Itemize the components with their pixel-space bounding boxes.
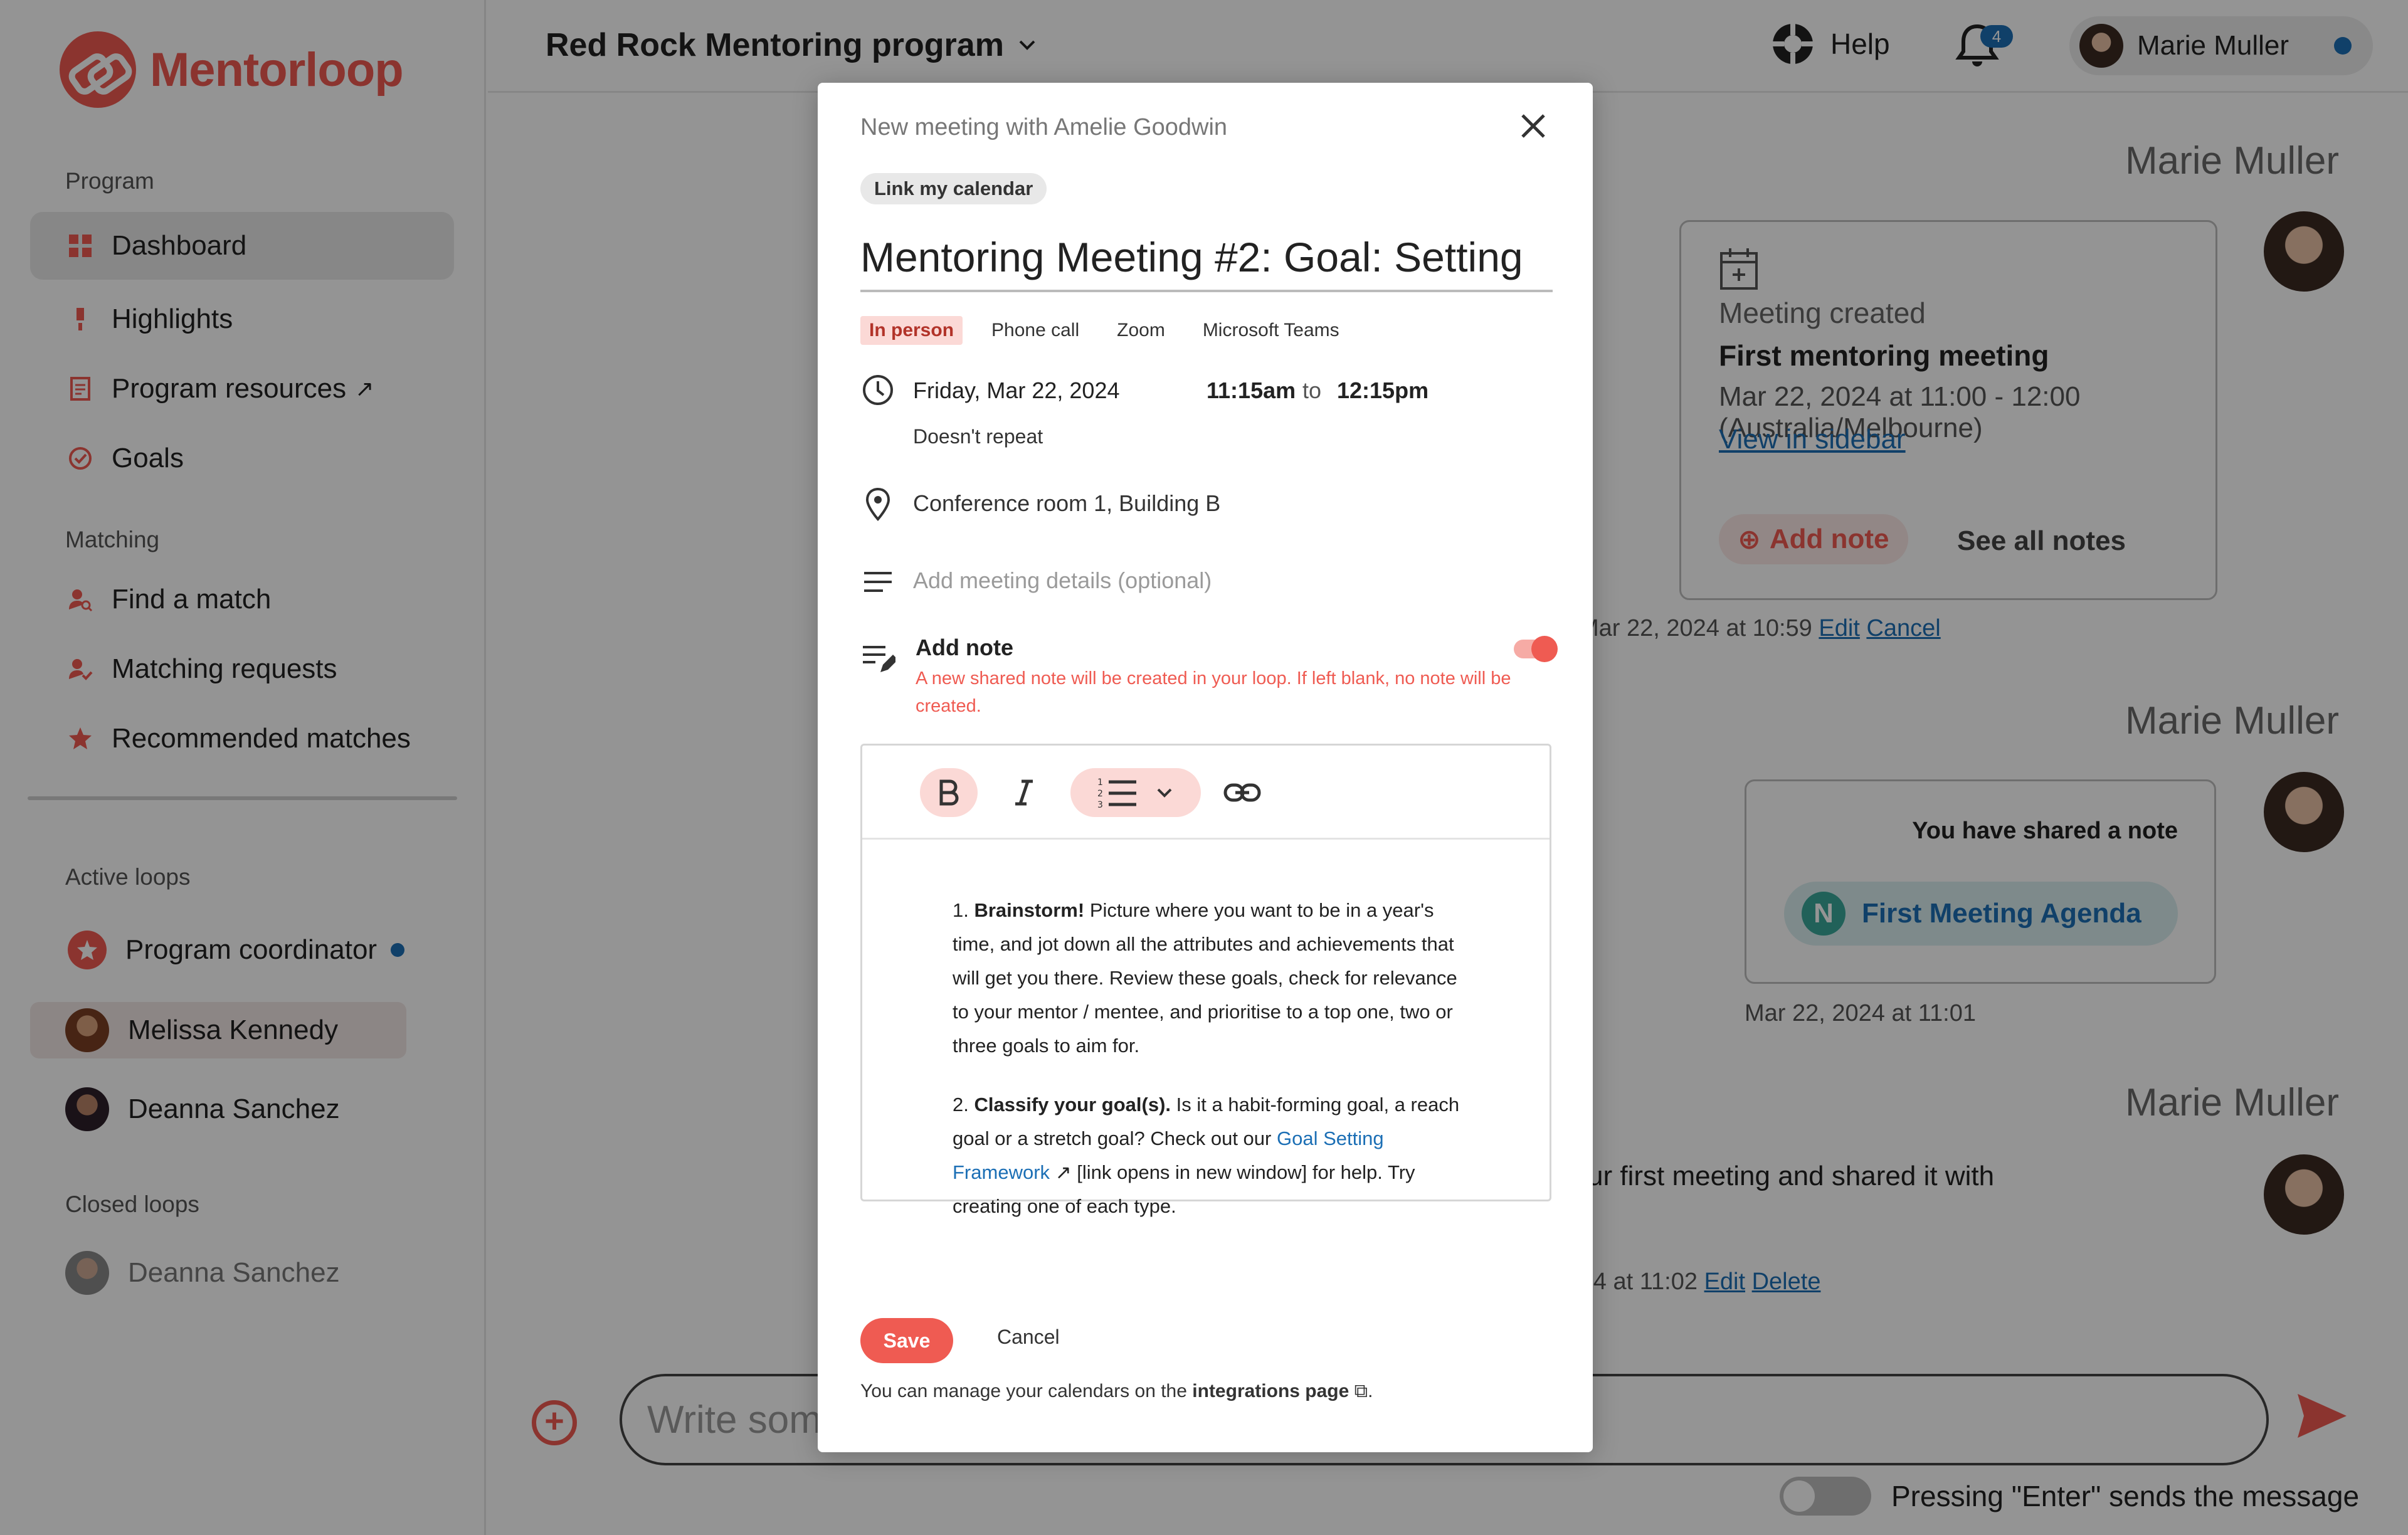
details-lines-icon [864, 572, 892, 592]
meeting-mode-tabs: In person Phone call Zoom Microsoft Team… [860, 316, 1348, 345]
note-editor[interactable]: 123 1. Brainstorm! Picture where you wan… [860, 744, 1551, 1217]
footer-text: You can manage your calendars on the [860, 1381, 1187, 1401]
chevron-down-icon [1157, 788, 1172, 798]
mode-zoom[interactable]: Zoom [1108, 316, 1174, 345]
dialog-subtitle: New meeting with Amelie Goodwin [860, 114, 1228, 140]
end-time[interactable]: 12:15pm [1337, 377, 1428, 404]
link-icon [1223, 783, 1261, 802]
close-icon[interactable] [1518, 110, 1549, 142]
external-link-icon: ⧉ [1354, 1381, 1368, 1401]
mode-phone-call[interactable]: Phone call [983, 316, 1088, 345]
add-note-toggle[interactable] [1514, 636, 1558, 662]
mode-microsoft-teams[interactable]: Microsoft Teams [1194, 316, 1348, 345]
calendar-footer-note: You can manage your calendars on the int… [860, 1381, 1373, 1402]
svg-text:1: 1 [1097, 778, 1103, 788]
editor-toolbar: 123 [862, 746, 1550, 840]
mode-in-person[interactable]: In person [860, 316, 963, 345]
new-meeting-dialog: New meeting with Amelie Goodwin Link my … [818, 83, 1593, 1452]
svg-text:2: 2 [1097, 789, 1103, 799]
integrations-page-link[interactable]: integrations page [1192, 1381, 1349, 1401]
numbered-list-icon: 123 [1097, 778, 1136, 809]
repeat-select[interactable]: Doesn't repeat [913, 425, 1043, 448]
save-button[interactable]: Save [860, 1318, 953, 1363]
bold-text: Classify your goal(s). [974, 1094, 1171, 1116]
bold-icon [939, 779, 959, 806]
svg-text:3: 3 [1097, 800, 1103, 809]
location-input[interactable]: Conference room 1, Building B [913, 490, 1220, 517]
link-button[interactable] [1213, 768, 1271, 817]
paragraph-text: Picture where you want to be in a year's… [953, 899, 1457, 1057]
note-edit-icon [863, 646, 895, 672]
editor-paragraph: 1. Brainstorm! Picture where you want to… [953, 894, 1473, 1063]
meeting-date[interactable]: Friday, Mar 22, 2024 [913, 377, 1119, 404]
italic-icon [1015, 779, 1033, 806]
editor-content[interactable]: 1. Brainstorm! Picture where you want to… [953, 894, 1473, 1248]
note-warning: A new shared note will be created in you… [916, 668, 1511, 716]
footer-suffix: . [1368, 1381, 1373, 1401]
list-number: 1. [953, 899, 969, 921]
link-calendar-button[interactable]: Link my calendar [860, 173, 1047, 204]
meeting-title-input[interactable]: Mentoring Meeting #2: Goal: Setting [860, 233, 1553, 292]
editor-paragraph: 2. Classify your goal(s). Is it a habit-… [953, 1088, 1473, 1223]
clock-icon [863, 375, 893, 405]
cancel-button[interactable]: Cancel [997, 1326, 1060, 1349]
meeting-details-input[interactable]: Add meeting details (optional) [913, 567, 1212, 594]
bold-button[interactable] [920, 768, 978, 817]
to-label: to [1302, 377, 1322, 403]
list-number: 2. [953, 1094, 969, 1116]
bold-text: Brainstorm! [974, 899, 1085, 921]
add-note-label: Add note [916, 635, 1013, 660]
numbered-list-dropdown[interactable]: 123 [1070, 768, 1201, 817]
location-pin-icon [865, 487, 890, 521]
start-time[interactable]: 11:15am [1207, 377, 1296, 404]
italic-button[interactable] [995, 768, 1053, 817]
